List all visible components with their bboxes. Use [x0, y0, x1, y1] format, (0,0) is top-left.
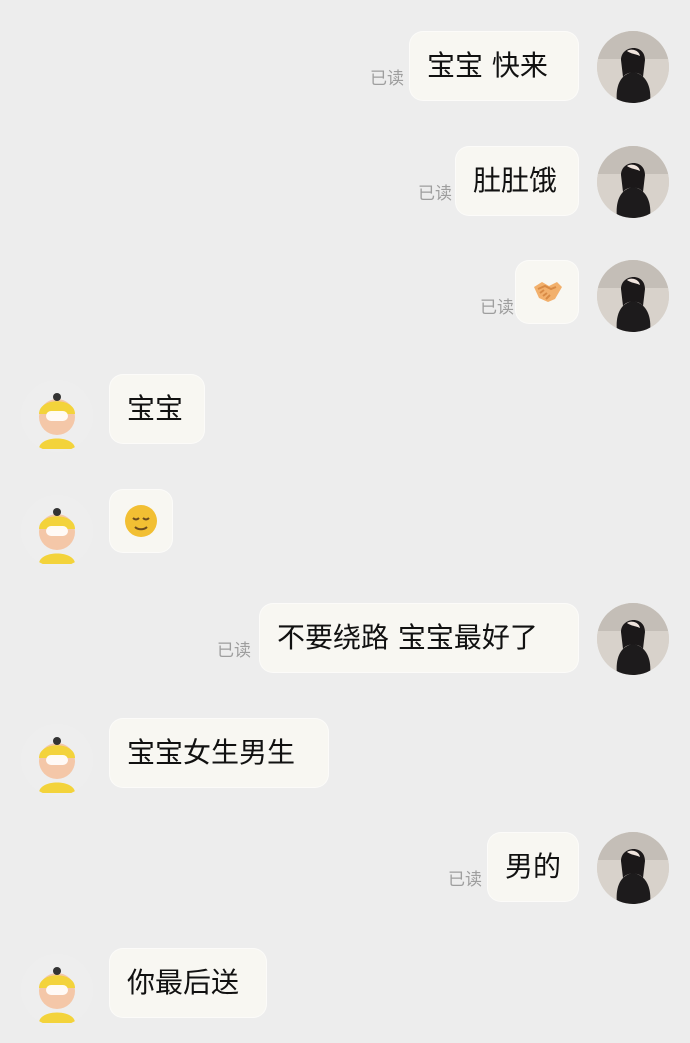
contact-avatar[interactable]	[597, 832, 669, 904]
message-bubble[interactable]: 不要绕路 宝宝最好了	[259, 603, 579, 673]
user-avatar-icon	[597, 260, 669, 332]
message-bubble[interactable]: 宝宝 快来	[409, 31, 579, 101]
message-text: 宝宝女生男生	[127, 736, 296, 769]
rider-avatar-icon	[21, 954, 93, 1026]
contact-avatar[interactable]	[597, 31, 669, 103]
message-row: 已读 肚肚饿	[0, 146, 690, 226]
message-row: 你最后送	[0, 948, 690, 1028]
contact-avatar[interactable]	[597, 260, 669, 332]
message-bubble[interactable]: 宝宝女生男生	[109, 718, 329, 788]
user-avatar-icon	[597, 31, 669, 103]
emoji-message-bubble[interactable]	[109, 489, 173, 553]
message-row: 已读 宝宝 快来	[0, 31, 690, 111]
delivery-rider-avatar[interactable]	[21, 954, 93, 1026]
message-row: 宝宝	[0, 374, 690, 454]
user-avatar-icon	[597, 603, 669, 675]
message-text: 肚肚饿	[473, 164, 558, 197]
read-receipt: 已读	[480, 298, 514, 318]
message-text: 男的	[505, 850, 562, 883]
message-text: 你最后送	[127, 966, 240, 999]
delivery-rider-avatar[interactable]	[21, 724, 93, 796]
handshake-icon	[534, 282, 562, 302]
user-avatar-icon	[597, 832, 669, 904]
message-text: 宝宝	[127, 392, 184, 425]
user-avatar-icon	[597, 146, 669, 218]
delivery-rider-avatar[interactable]	[21, 380, 93, 452]
message-row: 宝宝女生男生	[0, 718, 690, 798]
message-bubble[interactable]: 男的	[487, 832, 579, 902]
rider-avatar-icon	[21, 724, 93, 796]
contact-avatar[interactable]	[597, 603, 669, 675]
read-receipt: 已读	[418, 184, 452, 204]
message-row: 已读	[0, 260, 690, 340]
read-receipt: 已读	[217, 641, 251, 661]
delivery-rider-avatar[interactable]	[21, 495, 93, 567]
message-text: 宝宝 快来	[427, 49, 548, 82]
emoji-message-bubble[interactable]	[515, 260, 579, 324]
chat-view: 已读 宝宝 快来 已读 肚肚饿 已读 宝宝 已读 不要绕路 宝宝最好了 宝宝女生…	[0, 0, 690, 1043]
message-text: 不要绕路 宝宝最好了	[277, 621, 538, 654]
message-row: 已读 不要绕路 宝宝最好了	[0, 603, 690, 683]
read-receipt: 已读	[448, 870, 482, 890]
contact-avatar[interactable]	[597, 146, 669, 218]
message-row	[0, 489, 690, 569]
message-row: 已读 男的	[0, 832, 690, 912]
rider-avatar-icon	[21, 495, 93, 567]
smiling-face-icon	[125, 505, 157, 537]
read-receipt: 已读	[370, 69, 404, 89]
message-bubble[interactable]: 宝宝	[109, 374, 205, 444]
message-bubble[interactable]: 你最后送	[109, 948, 267, 1018]
message-bubble[interactable]: 肚肚饿	[455, 146, 579, 216]
rider-avatar-icon	[21, 380, 93, 452]
